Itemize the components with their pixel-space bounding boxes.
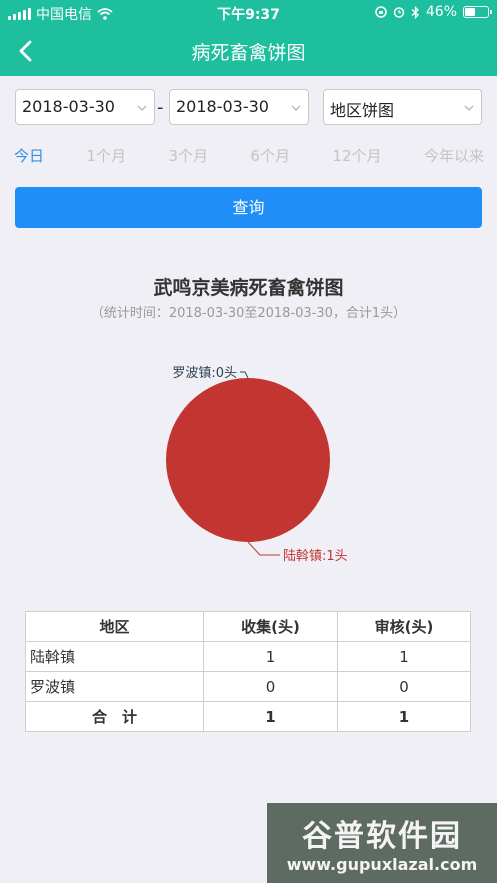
query-button[interactable]: 查询: [15, 187, 482, 228]
quick-range-12-months[interactable]: 12个月: [332, 145, 381, 166]
row-region: 罗波镇: [25, 671, 204, 702]
quick-range-6-months[interactable]: 6个月: [250, 145, 290, 166]
bluetooth-icon: [411, 5, 419, 19]
date-range-separator: -: [157, 97, 164, 118]
watermark: 谷普软件园 www.gupuxlazal.com: [267, 803, 497, 883]
pie-label-line: [240, 371, 249, 379]
chart-title: 武鸣京美病死畜禽饼图: [153, 277, 344, 299]
table-row: 陆斡镇 1 1: [25, 641, 471, 672]
alarm-icon: [393, 7, 405, 18]
chevron-down-icon: [137, 105, 147, 112]
row-collected: 0: [203, 671, 338, 702]
end-date-select[interactable]: 2018-03-30: [169, 89, 309, 125]
quick-range-today[interactable]: 今日: [14, 145, 44, 166]
chart-type-select[interactable]: 地区饼图: [323, 89, 482, 125]
end-date-value: 2018-03-30: [176, 97, 269, 116]
watermark-url: www.gupuxlazal.com: [286, 855, 478, 874]
nav-bar: 病死畜禽饼图: [0, 26, 497, 76]
header-region: 地区: [25, 611, 204, 642]
stats-table: 地区 收集(头) 审核(头) 陆斡镇 1 1 罗波镇 0 0 合 计 1 1: [25, 611, 471, 732]
quick-range-tabs: 今日 1个月 3个月 6个月 12个月 今年以来: [14, 145, 484, 166]
table-row: 罗波镇 0 0: [25, 671, 471, 702]
table-total-row: 合 计 1 1: [25, 701, 471, 732]
pie-chart: 陆斡镇:1头 罗波镇:0头: [166, 366, 348, 564]
table-header-row: 地区 收集(头) 审核(头): [25, 611, 471, 642]
rotation-lock-icon: [375, 6, 387, 18]
chart-type-value: 地区饼图: [330, 101, 395, 120]
battery-percent: 46%: [425, 4, 457, 20]
pie-slice-label: 罗波镇:0头: [172, 366, 237, 381]
battery-icon: [463, 6, 492, 18]
row-reviewed: 0: [337, 671, 471, 702]
total-reviewed: 1: [337, 701, 471, 732]
status-bar-right: 46%: [375, 4, 492, 20]
status-bar: 中国电信 下午9:37 46%: [0, 0, 497, 26]
chart-subtitle: （统计时间：2018-03-30至2018-03-30，合计1头）: [90, 306, 407, 321]
row-reviewed: 1: [337, 641, 471, 672]
start-date-select[interactable]: 2018-03-30: [15, 89, 155, 125]
total-label: 合 计: [25, 701, 204, 732]
page-title: 病死畜禽饼图: [191, 42, 306, 64]
header-reviewed: 审核(头): [337, 611, 471, 642]
row-collected: 1: [203, 641, 338, 672]
quick-range-3-months[interactable]: 3个月: [168, 145, 208, 166]
pie-slice[interactable]: [166, 378, 330, 542]
row-region: 陆斡镇: [25, 641, 204, 672]
chevron-down-icon: [464, 105, 474, 112]
watermark-title: 谷普软件园: [302, 819, 462, 854]
quick-range-1-month[interactable]: 1个月: [86, 145, 126, 166]
pie-slice-label: 陆斡镇:1头: [283, 548, 348, 564]
start-date-value: 2018-03-30: [22, 97, 115, 116]
header-collected: 收集(头): [203, 611, 338, 642]
pie-label-line: [247, 541, 280, 556]
total-collected: 1: [203, 701, 338, 732]
quick-range-year-to-date[interactable]: 今年以来: [424, 145, 484, 166]
chevron-down-icon: [291, 105, 301, 112]
